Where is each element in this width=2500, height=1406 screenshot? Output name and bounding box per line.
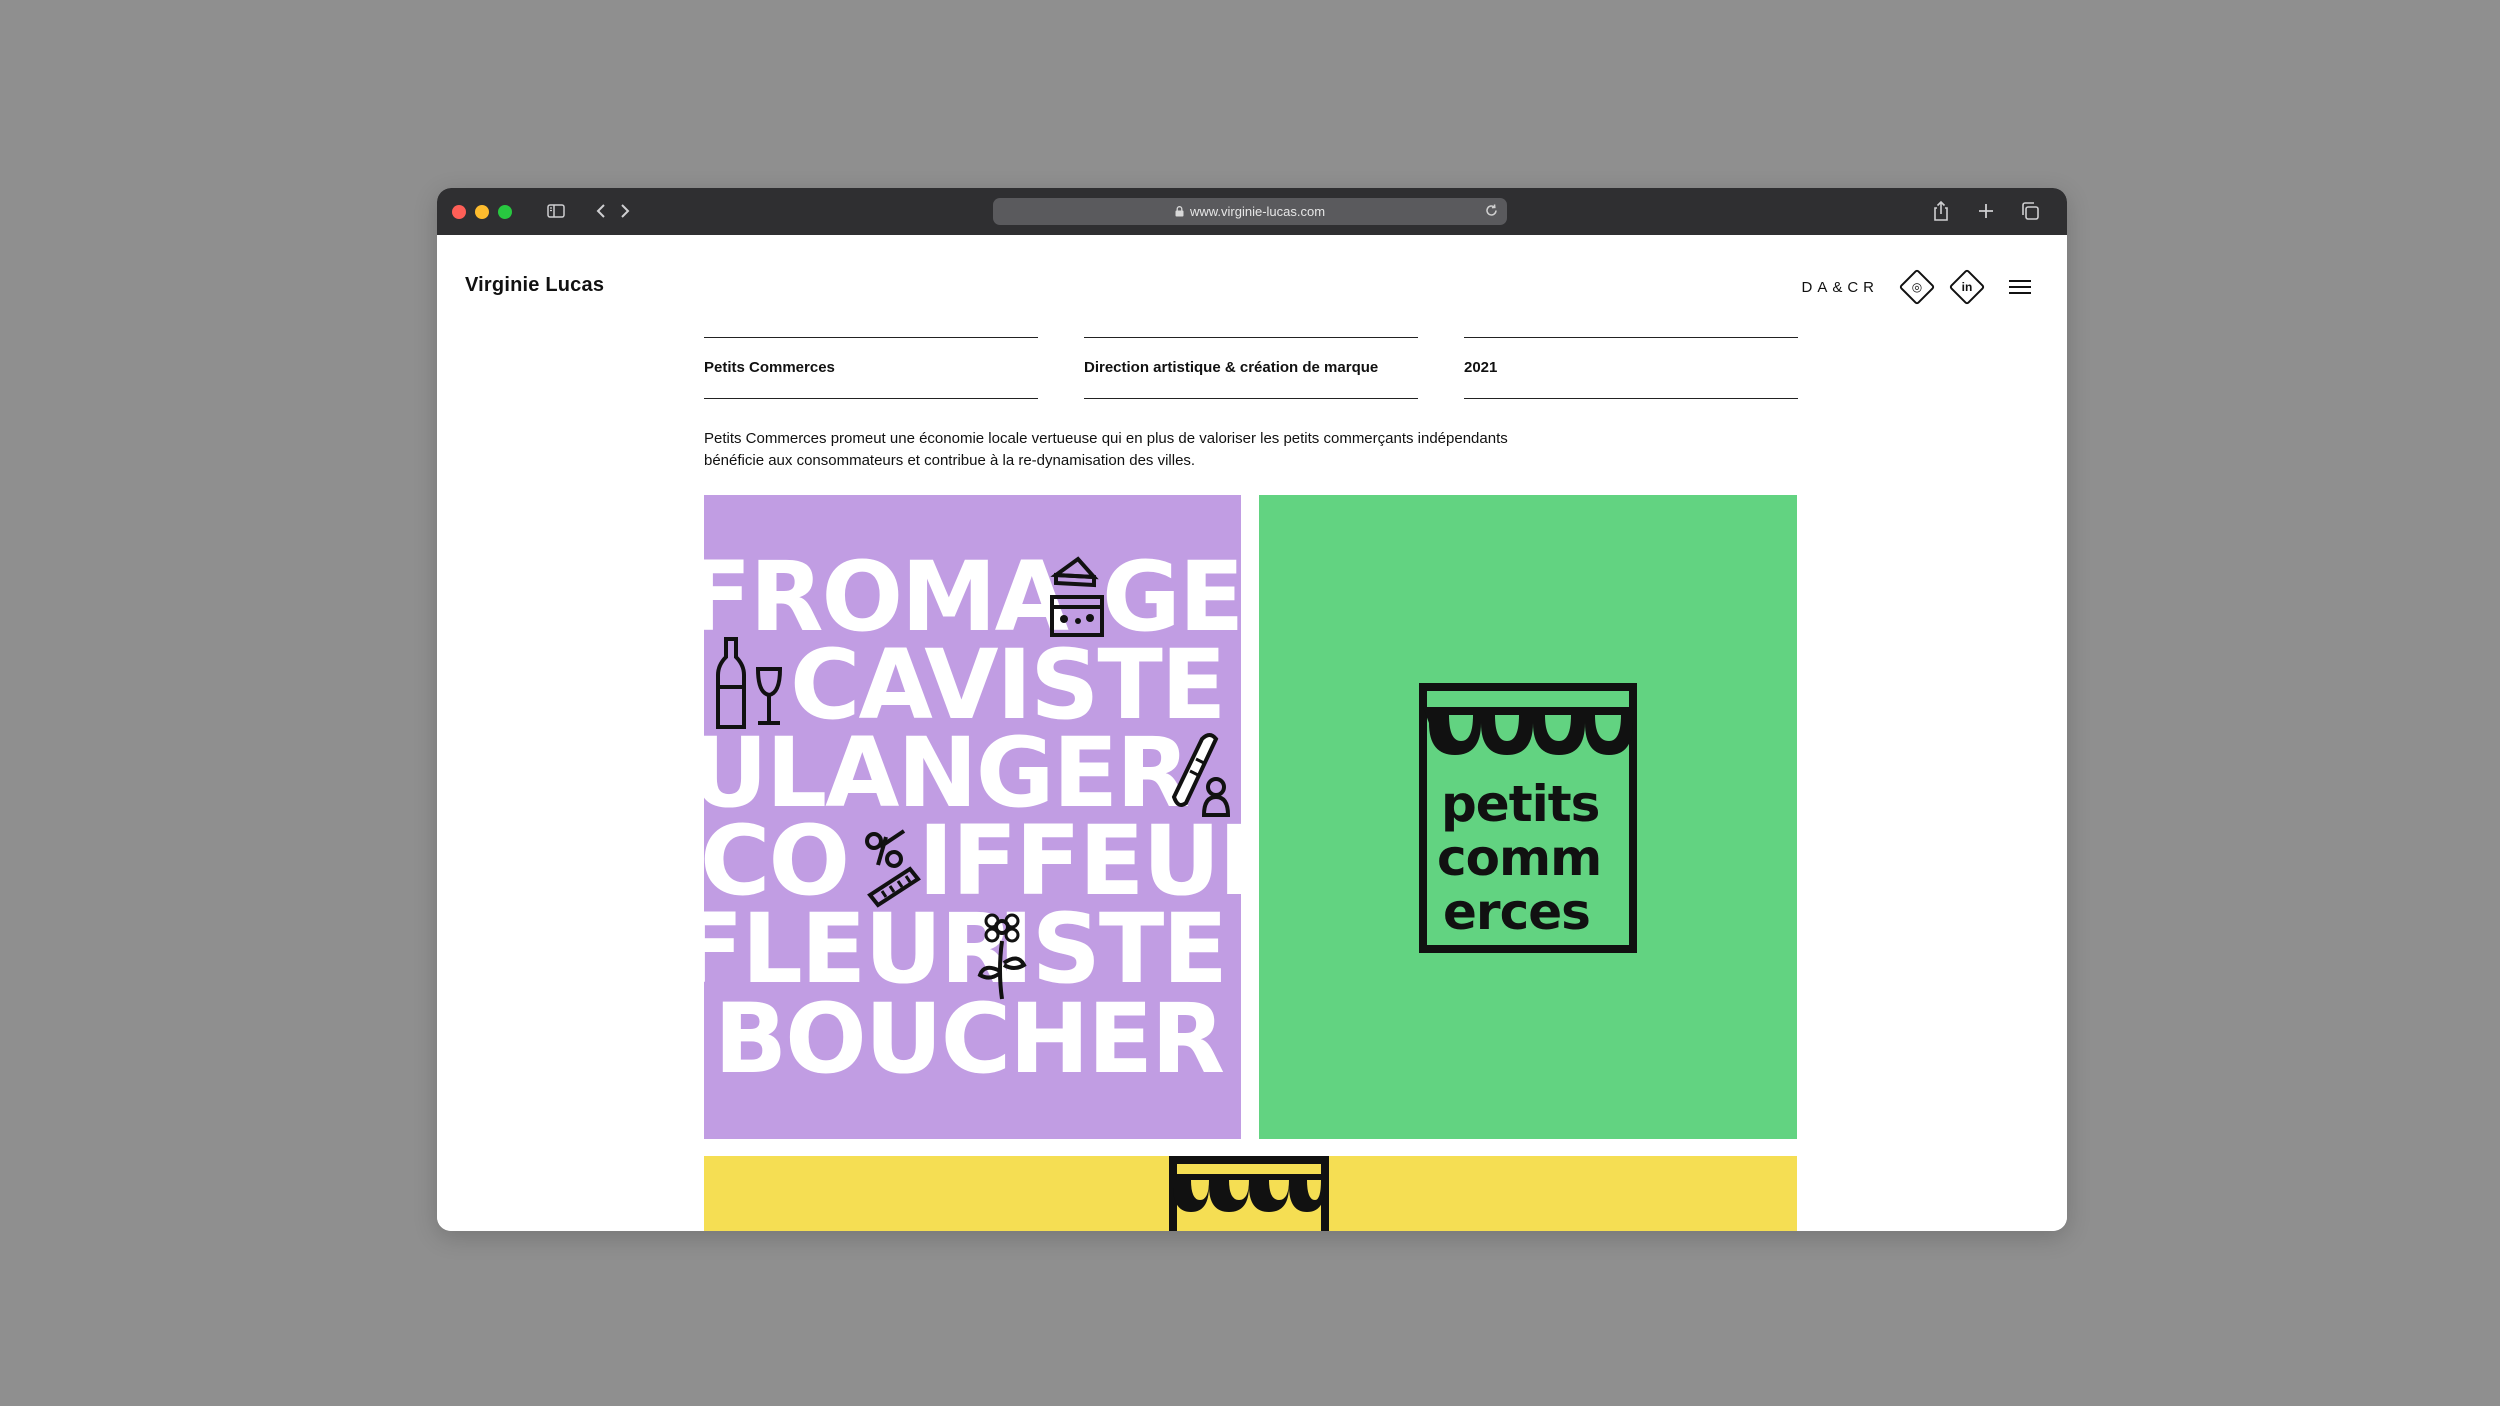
description-line-2: bénéficie aux consommateurs et contribue… <box>704 452 1196 469</box>
site-nav: DA&CR ◎ in <box>1801 267 2031 307</box>
browser-window: www.virginie-lucas.com Virginie Lucas DA… <box>437 188 2067 1231</box>
address-bar[interactable]: www.virginie-lucas.com <box>993 198 1507 225</box>
close-window-button[interactable] <box>452 205 466 219</box>
browser-titlebar: www.virginie-lucas.com <box>437 188 2067 235</box>
site-brand-link[interactable]: Virginie Lucas <box>465 274 604 297</box>
nav-dacr-link[interactable]: DA&CR <box>1801 279 1879 296</box>
new-tab-icon[interactable] <box>1975 199 1997 223</box>
logo-panel: petits comm erces <box>1259 495 1797 1139</box>
logo-line-comm: comm <box>1437 829 1602 887</box>
linkedin-link[interactable]: in <box>1947 267 1987 307</box>
project-name-text: Petits Commerces <box>704 359 835 376</box>
meta-project-name: Petits Commerces <box>704 337 1038 399</box>
word-boucher: BOUCHER <box>714 983 1225 1095</box>
yellow-logo-panel <box>704 1156 1797 1231</box>
description-line-1: Petits Commerces promeut une économie lo… <box>704 430 1508 447</box>
share-icon[interactable] <box>1930 199 1952 223</box>
project-meta: Petits Commerces Direction artistique & … <box>704 337 1798 399</box>
forward-chevron-icon[interactable] <box>617 199 633 223</box>
petits-commerces-logo: petits comm erces <box>1419 683 1637 953</box>
sidebar-toggle-icon[interactable] <box>545 199 567 223</box>
logo-line-petits: petits <box>1441 775 1600 833</box>
hamburger-menu-icon[interactable] <box>2009 278 2031 296</box>
logo-line-erces: erces <box>1443 883 1591 941</box>
lock-icon <box>1175 206 1184 217</box>
url-text: www.virginie-lucas.com <box>1189 204 1326 219</box>
year-text: 2021 <box>1464 359 1498 376</box>
meta-year: 2021 <box>1464 337 1798 399</box>
instagram-icon: ◎ <box>1911 280 1923 294</box>
meta-discipline: Direction artistique & création de marqu… <box>1084 337 1418 399</box>
instagram-link[interactable]: ◎ <box>1897 267 1937 307</box>
discipline-text: Direction artistique & création de marqu… <box>1084 359 1379 376</box>
minimize-window-button[interactable] <box>475 205 489 219</box>
storefront-logo-partial-icon <box>1169 1156 1329 1231</box>
project-description: Petits Commerces promeut une économie lo… <box>704 428 1664 472</box>
zoom-window-button[interactable] <box>498 205 512 219</box>
reload-icon[interactable] <box>1484 203 1499 221</box>
back-chevron-icon[interactable] <box>593 199 609 223</box>
tab-overview-icon[interactable] <box>2018 199 2042 223</box>
linkedin-icon: in <box>1961 280 1973 294</box>
web-page: Virginie Lucas DA&CR ◎ in Petits Commerc… <box>437 235 2067 1231</box>
shop-words-poster: FROMA GE CAVISTE ULANGER CO IFFEU FLEUR … <box>704 495 1241 1139</box>
